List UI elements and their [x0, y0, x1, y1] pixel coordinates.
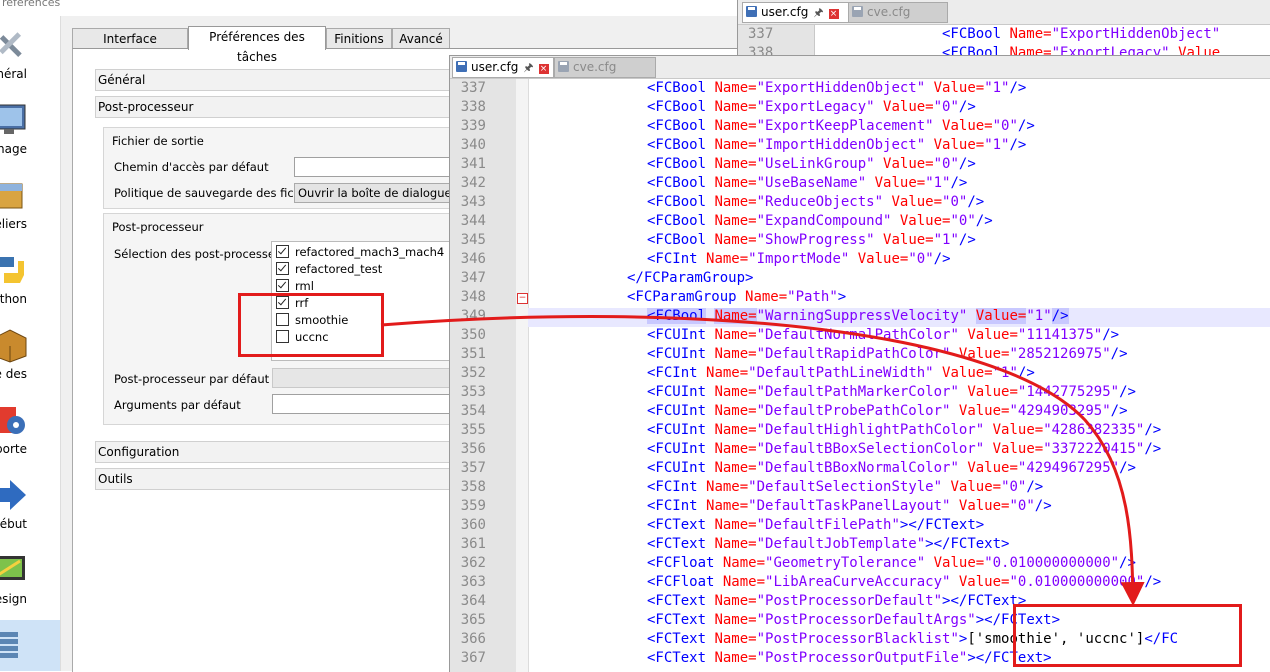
tab-preferences-taches[interactable]: Préférences des tâches — [188, 26, 326, 64]
annotation-arrow — [380, 315, 1145, 606]
